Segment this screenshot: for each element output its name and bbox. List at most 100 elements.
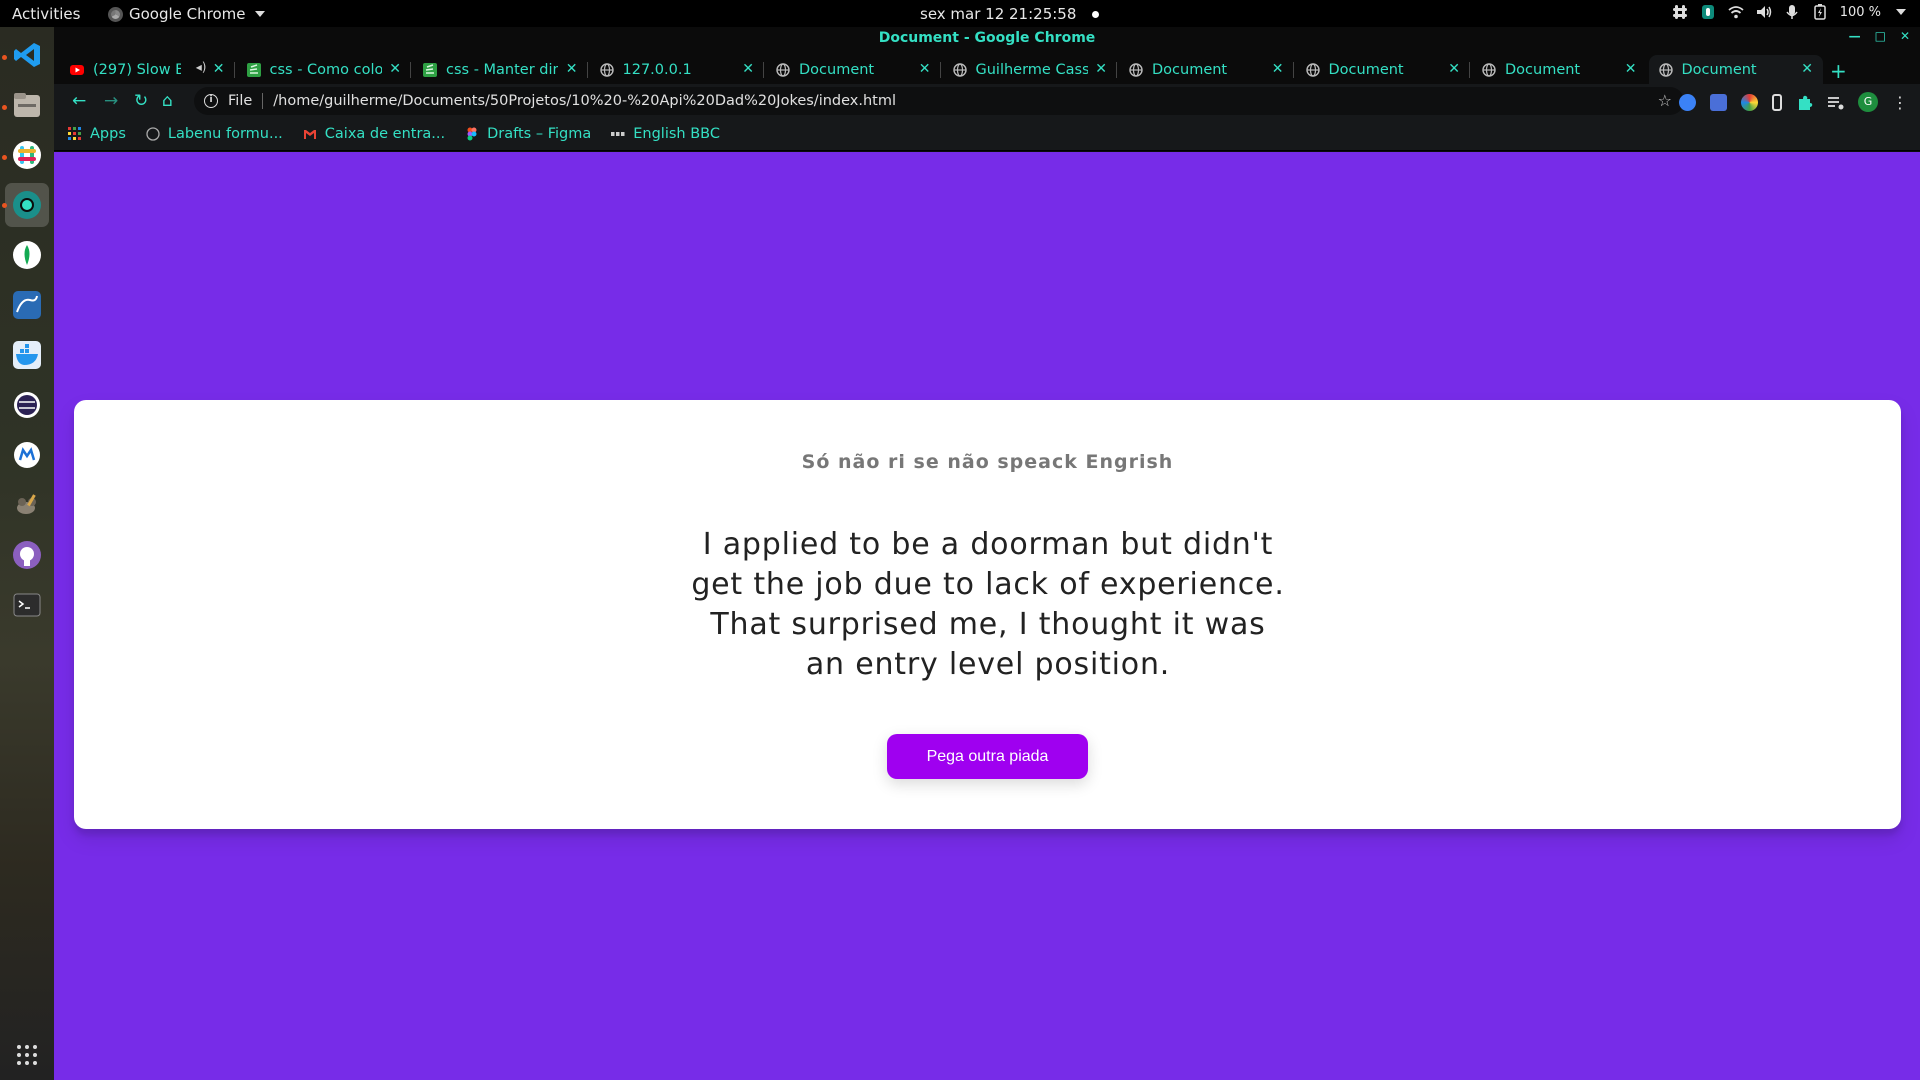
card-heading: Só não ri se não speack Engrish <box>801 451 1174 473</box>
globe-icon <box>1305 62 1320 77</box>
puzzle-extensions-icon[interactable] <box>1796 94 1813 111</box>
profile-avatar[interactable]: G <box>1858 92 1878 112</box>
files-icon[interactable] <box>11 89 43 121</box>
browser-tab[interactable]: 127.0.0.1 ✕ <box>590 55 764 84</box>
close-tab-button[interactable]: ✕ <box>919 61 931 77</box>
get-another-joke-button[interactable]: Pega outra piada <box>887 734 1088 779</box>
show-applications-icon[interactable] <box>11 1039 43 1071</box>
browser-toolbar: ← → ↻ ⌂ i File /home/guilherme/Documents… <box>54 84 1920 118</box>
browser-tab[interactable]: Guilherme Casse ✕ <box>943 55 1117 84</box>
app-menu[interactable]: Google Chrome <box>108 5 265 23</box>
vscode-icon[interactable] <box>11 39 43 71</box>
system-tray[interactable]: 100 % <box>1672 4 1906 20</box>
bbc-icon <box>611 127 625 141</box>
tab-title: css - Como coloc <box>269 61 382 78</box>
browser-tab[interactable]: css - Como coloc ✕ <box>237 55 411 84</box>
bookmark-figma[interactable]: Drafts – Figma <box>465 126 591 142</box>
forward-button[interactable]: → <box>104 91 118 111</box>
close-tab-button[interactable]: ✕ <box>1801 61 1813 77</box>
reload-button[interactable]: ↻ <box>134 91 148 111</box>
app-menu-label: Google Chrome <box>129 5 246 23</box>
close-tab-button[interactable]: ✕ <box>213 61 225 77</box>
address-bar[interactable]: i File /home/guilherme/Documents/50Proje… <box>194 87 1684 115</box>
youtube-icon <box>70 63 84 77</box>
bookmark-star-icon[interactable]: ☆ <box>1658 91 1672 110</box>
close-tab-button[interactable]: ✕ <box>1095 61 1107 77</box>
bookmarks-bar: Apps Labenu formu... Caixa de entra... D… <box>54 118 1920 151</box>
activities-button[interactable]: Activities <box>12 5 80 23</box>
close-tab-button[interactable]: ✕ <box>389 61 401 77</box>
gmail-icon <box>303 127 317 141</box>
tab-separator <box>1469 62 1470 78</box>
battery-icon <box>1812 4 1828 20</box>
window-titlebar[interactable]: Document - Google Chrome — □ ✕ <box>54 27 1920 51</box>
close-tab-button[interactable]: ✕ <box>742 61 754 77</box>
browser-tab[interactable]: Document ✕ <box>1472 55 1647 84</box>
slack-tray-icon[interactable] <box>1672 4 1688 20</box>
tab-title: Document <box>1328 61 1404 78</box>
translate-extension-icon[interactable] <box>1710 93 1727 111</box>
maximize-button[interactable]: □ <box>1875 29 1886 43</box>
mysql-workbench-icon[interactable] <box>11 289 43 321</box>
figma-icon <box>465 127 479 141</box>
bookmark-labenu[interactable]: Labenu formu... <box>146 126 283 142</box>
divider <box>262 93 264 109</box>
github-desktop-icon[interactable] <box>11 539 43 571</box>
mongodb-compass-icon[interactable] <box>11 239 43 271</box>
browser-tab[interactable]: Document ✕ <box>1119 55 1294 84</box>
bookmark-apps[interactable]: Apps <box>68 126 126 142</box>
extension-icon[interactable] <box>1679 93 1696 111</box>
minimize-button[interactable]: — <box>1849 29 1861 43</box>
tab-separator <box>586 62 588 78</box>
audio-playing-icon[interactable]: ◂) <box>196 60 207 74</box>
media-controls-icon[interactable] <box>1827 94 1844 111</box>
back-button[interactable]: ← <box>72 91 86 111</box>
device-extension-icon[interactable] <box>1772 93 1782 111</box>
close-window-button[interactable]: ✕ <box>1900 29 1910 43</box>
globe-icon <box>1129 62 1143 77</box>
browser-tab[interactable]: css - Manter dim ✕ <box>413 55 588 84</box>
url-text[interactable]: /home/guilherme/Documents/50Projetos/10%… <box>273 93 896 109</box>
globe-icon <box>1658 62 1673 77</box>
chrome-dock-icon[interactable] <box>5 183 49 227</box>
browser-tab[interactable]: (297) Slow Bl ◂) ✕ <box>60 55 235 84</box>
close-tab-button[interactable]: ✕ <box>566 61 578 77</box>
home-button[interactable]: ⌂ <box>162 91 173 111</box>
browser-tab[interactable]: Document ✕ <box>766 55 941 84</box>
tab-strip: (297) Slow Bl ◂) ✕ css - Como coloc ✕ css - M… <box>54 51 1920 84</box>
bookmark-bbc[interactable]: English BBC <box>611 126 720 142</box>
chrome-icon <box>108 6 123 22</box>
eclipse-icon[interactable] <box>11 389 43 421</box>
browser-tab[interactable]: Document ✕ <box>1296 55 1470 84</box>
close-tab-button[interactable]: ✕ <box>1625 61 1637 77</box>
url-scheme: File <box>228 93 253 109</box>
browser-tab[interactable]: Document ✕ <box>1648 55 1823 84</box>
tab-separator <box>233 62 235 78</box>
bookmark-gmail[interactable]: Caixa de entra... <box>303 126 445 142</box>
more-menu-icon[interactable]: ⋮ <box>1892 93 1908 112</box>
clock[interactable]: sex mar 12 21:25:58 <box>920 5 1100 23</box>
globe-icon <box>1482 62 1496 77</box>
running-indicator <box>2 203 7 208</box>
tab-separator <box>763 62 764 78</box>
close-tab-button[interactable]: ✕ <box>1448 61 1460 77</box>
window-controls: — □ ✕ <box>1849 29 1910 43</box>
new-tab-button[interactable]: + <box>1830 59 1847 83</box>
color-picker-extension-icon[interactable] <box>1741 93 1758 111</box>
tab-title: Document <box>1681 61 1757 78</box>
stackoverflow-icon <box>246 62 261 77</box>
close-tab-button[interactable]: ✕ <box>1272 61 1284 77</box>
insomnia-icon[interactable] <box>11 439 43 471</box>
tab-title: Document <box>1152 61 1228 78</box>
slack-icon[interactable] <box>11 139 43 171</box>
tab-separator <box>410 62 411 78</box>
chrome-window: Document - Google Chrome — □ ✕ (297) Slo… <box>54 27 1920 1080</box>
terminal-icon[interactable] <box>11 589 43 621</box>
joke-card: Só não ri se não speack Engrish I applie… <box>74 400 1901 829</box>
gimp-icon[interactable] <box>11 489 43 521</box>
window-title: Document - Google Chrome <box>878 30 1096 46</box>
site-info-icon[interactable]: i <box>204 94 218 108</box>
wifi-icon <box>1728 4 1744 20</box>
app-tray-icon[interactable] <box>1700 4 1716 20</box>
docker-icon[interactable] <box>11 339 43 371</box>
